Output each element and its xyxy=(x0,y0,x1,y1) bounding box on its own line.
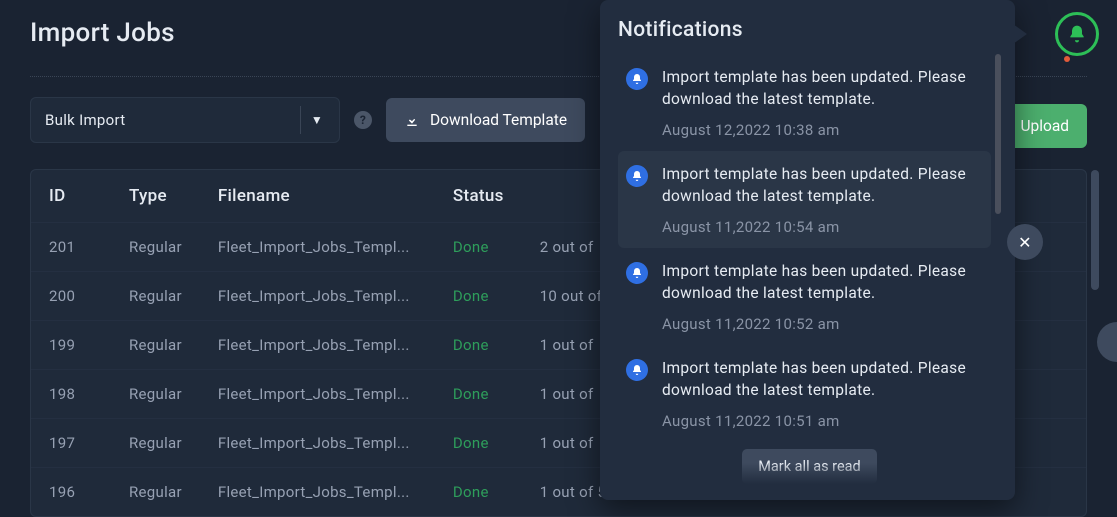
cell-type: Regular xyxy=(111,419,200,468)
cell-status: Done xyxy=(435,370,522,419)
cell-status: Done xyxy=(435,468,522,517)
notification-message: Import template has been updated. Please… xyxy=(662,163,983,208)
notification-item[interactable]: Import template has been updated. Please… xyxy=(618,54,991,151)
notif-panel-pointer xyxy=(1013,24,1027,44)
cell-id: 196 xyxy=(31,468,111,517)
col-id: ID xyxy=(31,170,111,223)
col-status: Status xyxy=(435,170,522,223)
col-type: Type xyxy=(111,170,200,223)
cell-status: Done xyxy=(435,419,522,468)
cell-filename: Fleet_Import_Jobs_Templ... xyxy=(200,370,435,419)
bell-icon xyxy=(626,68,648,90)
cell-status: Done xyxy=(435,272,522,321)
import-type-select[interactable]: Bulk Import ▼ xyxy=(30,97,340,143)
notification-date: August 11,2022 10:51 am xyxy=(662,412,983,430)
bell-icon xyxy=(626,359,648,381)
select-divider xyxy=(300,106,301,134)
notification-item[interactable]: Import template has been updated. Please… xyxy=(618,345,991,441)
cell-type: Regular xyxy=(111,223,200,272)
cell-filename: Fleet_Import_Jobs_Templ... xyxy=(200,419,435,468)
close-button[interactable]: ✕ xyxy=(1007,224,1043,260)
select-value: Bulk Import xyxy=(45,111,125,129)
notifications-unread-dot xyxy=(1064,56,1070,62)
download-template-button[interactable]: Download Template xyxy=(386,98,585,142)
bell-icon xyxy=(1067,24,1087,44)
cell-filename: Fleet_Import_Jobs_Templ... xyxy=(200,468,435,517)
cell-id: 200 xyxy=(31,272,111,321)
info-icon[interactable]: ? xyxy=(354,111,372,129)
notification-item[interactable]: Import template has been updated. Please… xyxy=(618,151,991,248)
notifications-title: Notifications xyxy=(618,18,1001,42)
notification-item[interactable]: Import template has been updated. Please… xyxy=(618,248,991,345)
notifications-panel: Notifications Import template has been u… xyxy=(600,0,1015,500)
upload-button[interactable]: Upload xyxy=(1002,104,1087,148)
notifications-bell-button[interactable] xyxy=(1055,12,1099,56)
cell-status: Done xyxy=(435,321,522,370)
page-scrollbar[interactable] xyxy=(1091,170,1099,290)
notification-body: Import template has been updated. Please… xyxy=(662,66,983,139)
cell-type: Regular xyxy=(111,370,200,419)
cell-id: 199 xyxy=(31,321,111,370)
notification-date: August 12,2022 10:38 am xyxy=(662,121,983,139)
col-filename: Filename xyxy=(200,170,435,223)
notification-date: August 11,2022 10:52 am xyxy=(662,315,983,333)
cell-type: Regular xyxy=(111,272,200,321)
cell-filename: Fleet_Import_Jobs_Templ... xyxy=(200,321,435,370)
notification-body: Import template has been updated. Please… xyxy=(662,163,983,236)
mark-all-read-button[interactable]: Mark all as read xyxy=(742,449,876,484)
notification-body: Import template has been updated. Please… xyxy=(662,260,983,333)
cell-status: Done xyxy=(435,223,522,272)
notification-body: Import template has been updated. Please… xyxy=(662,357,983,430)
upload-label: Upload xyxy=(1020,117,1069,135)
notification-message: Import template has been updated. Please… xyxy=(662,66,983,111)
bell-icon xyxy=(626,262,648,284)
cell-id: 198 xyxy=(31,370,111,419)
notification-date: August 11,2022 10:54 am xyxy=(662,218,983,236)
notif-scrollbar[interactable] xyxy=(995,54,1001,406)
cell-id: 201 xyxy=(31,223,111,272)
download-template-label: Download Template xyxy=(430,111,567,129)
notif-scrollbar-thumb[interactable] xyxy=(995,54,1001,214)
download-icon xyxy=(404,112,420,128)
chevron-down-icon: ▼ xyxy=(307,113,327,127)
bell-icon xyxy=(626,165,648,187)
cell-id: 197 xyxy=(31,419,111,468)
notifications-list[interactable]: Import template has been updated. Please… xyxy=(618,54,1001,441)
close-icon: ✕ xyxy=(1018,233,1032,252)
cell-filename: Fleet_Import_Jobs_Templ... xyxy=(200,223,435,272)
cell-filename: Fleet_Import_Jobs_Templ... xyxy=(200,272,435,321)
notification-message: Import template has been updated. Please… xyxy=(662,357,983,402)
cell-type: Regular xyxy=(111,468,200,517)
notification-message: Import template has been updated. Please… xyxy=(662,260,983,305)
cell-type: Regular xyxy=(111,321,200,370)
